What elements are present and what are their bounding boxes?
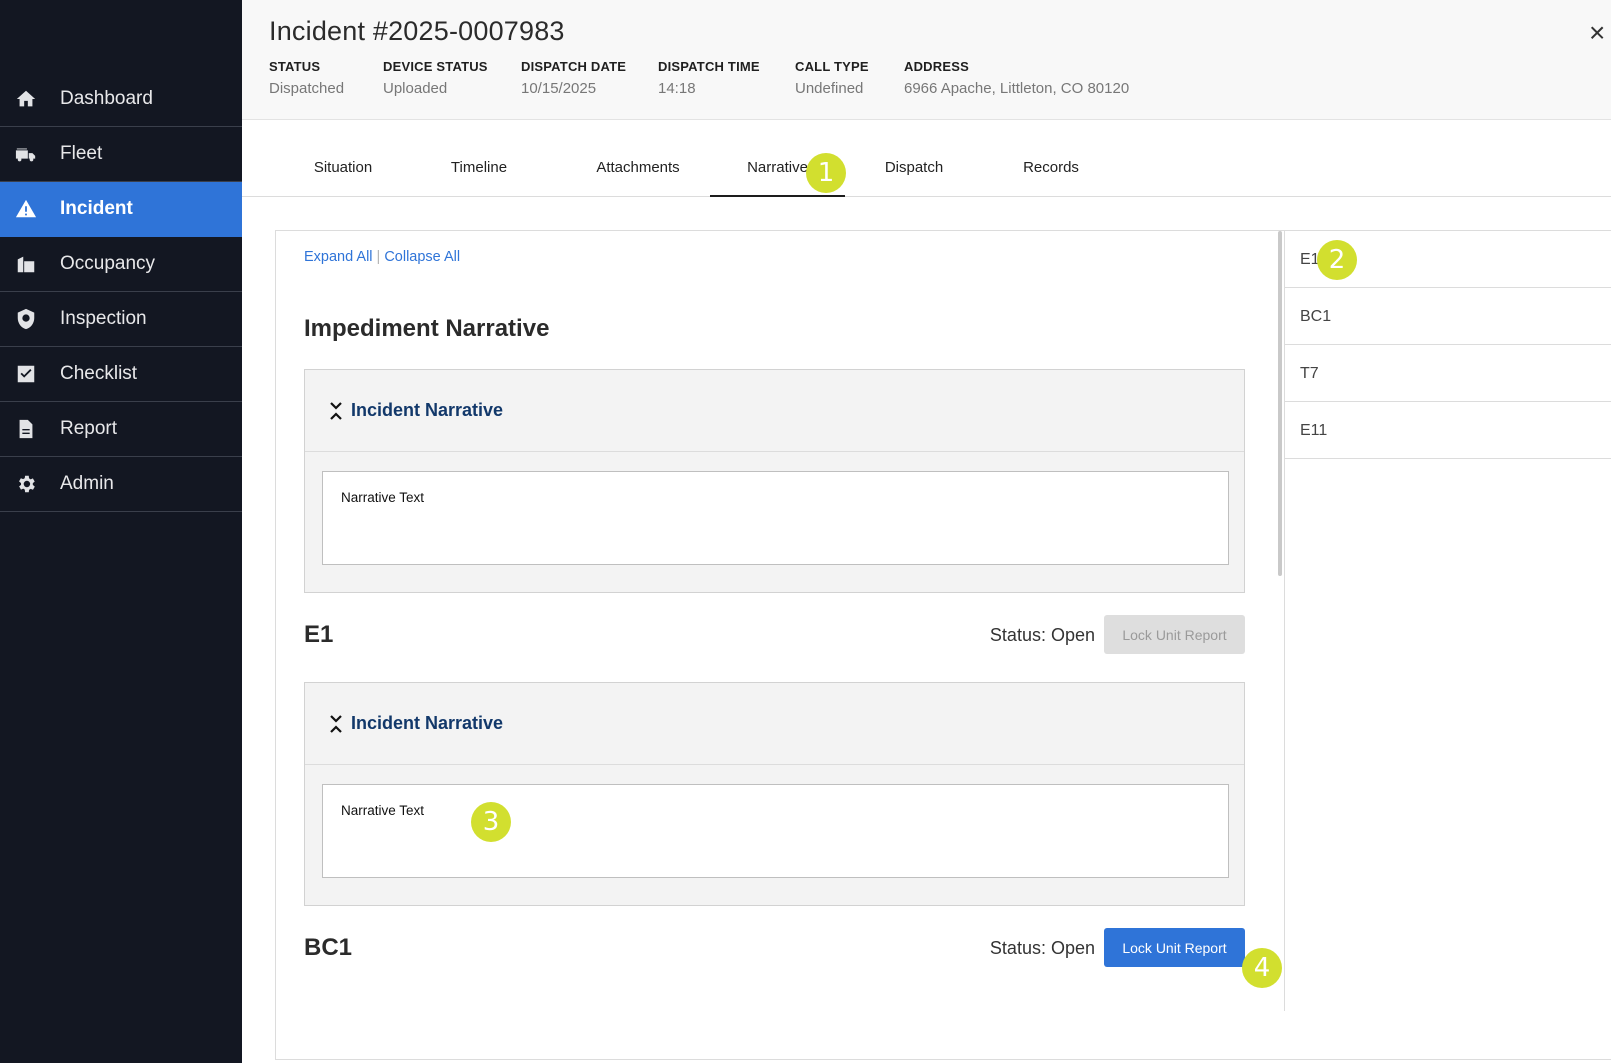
sidebar-item-label: Admin (60, 473, 114, 494)
incident-header: Incident #2025-0007983 × STATUS Dispatch… (242, 0, 1611, 120)
unit-header-e1: E1 Status: Open Lock Unit Report (304, 615, 1245, 655)
field-value: Undefined (795, 80, 864, 97)
field-value: Uploaded (383, 80, 448, 97)
sidebar-item-checklist[interactable]: Checklist (0, 347, 242, 402)
narrative-text-field[interactable]: Narrative Text (322, 471, 1229, 565)
callout-badge: 2 (1317, 240, 1357, 280)
dispatch-date-field: DISPATCH DATE 10/15/2025 (521, 59, 626, 97)
unit-name: E1 (304, 621, 334, 648)
expand-all-link[interactable]: Expand All (304, 249, 373, 265)
dispatch-time-field: DISPATCH TIME 14:18 (658, 59, 760, 97)
lock-unit-report-button[interactable]: Lock Unit Report (1104, 615, 1245, 654)
sidebar-item-label: Dashboard (60, 88, 153, 109)
callout-badge: 4 (1242, 948, 1282, 988)
tab-records[interactable]: Records (986, 150, 1116, 197)
scrollbar[interactable] (1278, 231, 1282, 576)
field-label: STATUS (269, 59, 321, 74)
building-icon (14, 252, 38, 276)
sidebar-item-admin[interactable]: Admin (0, 457, 242, 512)
sidebar-nav: Dashboard Fleet Incident Occupancy Inspe… (0, 72, 242, 512)
tab-bar: Situation Timeline Attachments Narrative… (242, 150, 1611, 197)
sidebar-item-label: Report (60, 418, 118, 439)
gear-icon (14, 472, 38, 496)
unit-status: Status: Open (989, 625, 1095, 645)
shield-search-icon (14, 307, 38, 331)
field-value: 6966 Apache, Littleton, CO 80120 (904, 80, 1130, 97)
unit-list-item-e11[interactable]: E11 (1285, 402, 1611, 459)
sidebar-item-report[interactable]: Report (0, 402, 242, 457)
expand-collapse-links: Expand All | Collapse All (304, 249, 460, 265)
sidebar-item-label: Incident (60, 198, 133, 219)
collapse-all-link[interactable]: Collapse All (384, 249, 460, 265)
sidebar-item-incident[interactable]: Incident (0, 182, 242, 237)
tab-dispatch[interactable]: Dispatch (849, 150, 979, 197)
document-icon (14, 417, 38, 441)
narrative-card: Expand All | Collapse All Impediment Narra… (275, 230, 1611, 1060)
unit-status: Status: Open (989, 938, 1095, 958)
unit-list-item-t7[interactable]: T7 (1285, 345, 1611, 402)
field-label: DISPATCH DATE (521, 59, 627, 74)
callout-badge: 3 (471, 802, 511, 842)
sidebar-item-inspection[interactable]: Inspection (0, 292, 242, 347)
incident-narrative-panel: Incident Narrative Narrative Text (304, 369, 1245, 593)
checkbox-icon (14, 362, 38, 386)
call-type-field: CALL TYPE Undefined (795, 59, 869, 97)
tab-attachments[interactable]: Attachments (563, 150, 713, 197)
sidebar: Dashboard Fleet Incident Occupancy Inspe… (0, 0, 242, 1063)
narrative-text-field[interactable]: Narrative Text (322, 784, 1229, 878)
warning-icon (14, 197, 38, 221)
section-title: Impediment Narrative (304, 315, 550, 342)
unit-e1-narrative-panel: Incident Narrative Narrative Text (304, 682, 1245, 906)
sidebar-item-dashboard[interactable]: Dashboard (0, 72, 242, 127)
panel-title: Incident Narrative (351, 713, 504, 733)
tab-situation[interactable]: Situation (278, 150, 408, 197)
fire-truck-icon (14, 142, 38, 166)
field-label: CALL TYPE (795, 59, 869, 74)
field-label: DISPATCH TIME (658, 59, 760, 74)
sidebar-item-occupancy[interactable]: Occupancy (0, 237, 242, 292)
field-value: 14:18 (658, 80, 696, 97)
address-field: ADDRESS 6966 Apache, Littleton, CO 80120 (904, 59, 1129, 97)
status-field: STATUS Dispatched (269, 59, 344, 97)
sidebar-item-label: Checklist (60, 363, 138, 384)
field-value: 10/15/2025 (521, 80, 597, 97)
tab-timeline[interactable]: Timeline (414, 150, 544, 197)
sidebar-item-label: Occupancy (60, 253, 156, 274)
lock-unit-report-button[interactable]: Lock Unit Report (1104, 928, 1245, 967)
home-icon (14, 87, 38, 111)
panel-header[interactable]: Incident Narrative (305, 683, 1244, 765)
field-label: DEVICE STATUS (383, 59, 488, 74)
collapse-chevron-icon[interactable] (329, 400, 343, 422)
field-value: Dispatched (269, 80, 345, 97)
callout-badge: 1 (806, 153, 846, 193)
panel-header[interactable]: Incident Narrative (305, 370, 1244, 452)
unit-header-bc1: BC1 Status: Open Lock Unit Report (304, 928, 1245, 968)
unit-list-item-bc1[interactable]: BC1 (1285, 288, 1611, 345)
field-label: ADDRESS (904, 59, 969, 74)
sidebar-item-label: Fleet (60, 143, 103, 164)
close-icon[interactable]: × (1589, 18, 1611, 48)
unit-name: BC1 (304, 934, 353, 961)
collapse-chevron-icon[interactable] (329, 713, 343, 735)
panel-title: Incident Narrative (351, 400, 504, 420)
link-separator: | (376, 249, 381, 265)
device-status-field: DEVICE STATUS Uploaded (383, 59, 488, 97)
page-title: Incident #2025-0007983 (269, 16, 565, 46)
sidebar-item-label: Inspection (60, 308, 147, 329)
sidebar-item-fleet[interactable]: Fleet (0, 127, 242, 182)
